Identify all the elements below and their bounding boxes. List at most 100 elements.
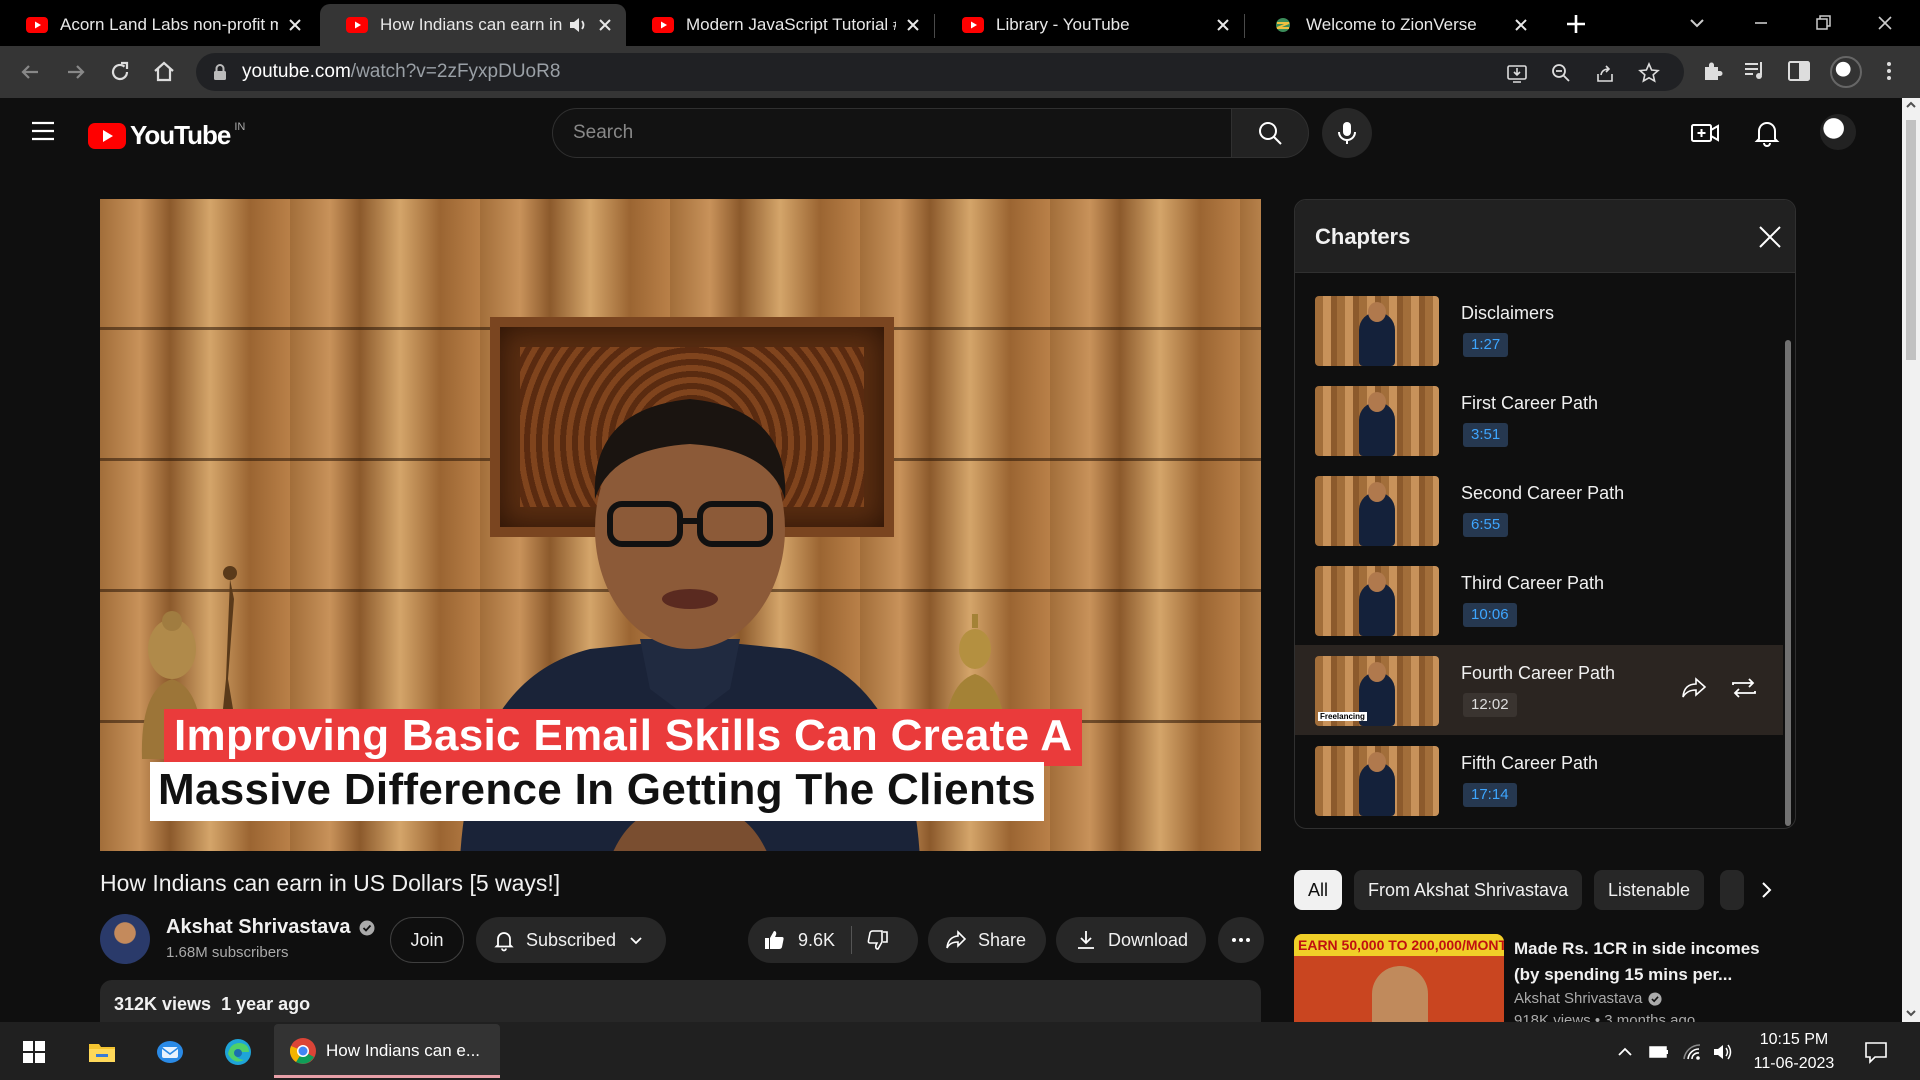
chapters-scrollbar[interactable] [1785,340,1791,826]
zoom-icon[interactable] [1550,62,1572,84]
speaker-icon[interactable] [568,16,588,34]
chapter-item-disclaimers[interactable]: Disclaimers 1:27 [1295,285,1783,375]
chapters-header: Chapters [1295,200,1795,273]
tab-modern-javascript[interactable]: Modern JavaScript Tutorial #7 [626,4,934,46]
close-window-icon[interactable] [1870,8,1900,38]
tab-acorn-land-labs[interactable]: Acorn Land Labs non-profit m [0,4,316,46]
back-arrow-icon[interactable] [16,58,44,86]
chip-from-akshat-shrivastava[interactable]: From Akshat Shrivastava [1354,870,1583,910]
chapter-timestamp[interactable]: 3:51 [1463,423,1509,447]
join-button[interactable]: Join [390,917,464,963]
description-box[interactable]: 312K views 1 year ago [100,980,1261,1022]
chapter-timestamp[interactable]: 12:02 [1463,693,1517,717]
tab-zionverse[interactable]: Welcome to ZionVerse [1246,4,1542,46]
edge-browser-icon[interactable] [222,1036,254,1068]
youtube-favicon-icon [26,17,48,33]
volume-icon[interactable] [1712,1042,1734,1062]
join-label: Join [410,929,444,950]
tab-close-icon[interactable] [594,14,616,36]
like-count[interactable]: 9.6K [798,930,835,951]
chapter-item-fourth-career-path[interactable]: Freelancing Fourth Career Path 12:02 [1295,645,1783,735]
youtube-logo[interactable]: YouTube IN [88,120,245,151]
chip-all[interactable]: All [1294,870,1343,910]
upload-age: 1 year ago [221,994,311,1014]
voice-search-button[interactable] [1322,108,1372,158]
download-button[interactable]: Download [1056,917,1206,963]
browser-menu-icon[interactable] [1876,58,1902,84]
channel-avatar[interactable] [100,914,150,964]
bookmark-star-icon[interactable] [1638,62,1660,84]
outlook-mail-icon[interactable] [154,1036,186,1068]
browser-profile-avatar[interactable] [1830,56,1862,88]
create-video-icon[interactable] [1690,118,1720,148]
more-horizontal-icon [1232,938,1250,942]
install-app-icon[interactable] [1506,62,1528,84]
account-avatar[interactable] [1820,114,1856,150]
related-video-channel[interactable]: Akshat Shrivastava [1514,990,1662,1007]
related-video-thumbnail[interactable]: EARN 50,000 TO 200,000/MONTH! [1294,934,1504,1022]
tab-close-icon[interactable] [902,14,924,36]
chapter-item-fifth-career-path[interactable]: Fifth Career Path 17:14 [1295,735,1783,825]
close-icon[interactable] [1757,224,1783,250]
windows-start-icon[interactable] [18,1036,50,1068]
forward-arrow-icon[interactable] [62,58,90,86]
dislike-thumbs-down-icon[interactable] [866,928,890,952]
notifications-bell-icon[interactable] [1752,118,1782,148]
tab-library-youtube[interactable]: Library - YouTube [936,4,1244,46]
address-bar[interactable]: youtube.com/watch?v=2zFyxpDUoR8 [196,53,1684,91]
page-scrollbar[interactable] [1902,98,1920,1022]
hamburger-menu-icon[interactable] [30,118,56,144]
home-icon[interactable] [150,58,178,86]
search-button[interactable] [1231,108,1309,158]
minimize-icon[interactable] [1746,8,1776,38]
chapter-item-first-career-path[interactable]: First Career Path 3:51 [1295,375,1783,465]
scrollbar-thumb[interactable] [1906,120,1916,360]
share-button[interactable]: Share [928,917,1046,963]
tab-close-icon[interactable] [1510,14,1532,36]
tray-chevron-up-icon[interactable] [1614,1042,1636,1062]
chevron-right-icon[interactable] [1752,876,1780,904]
scroll-up-arrow-icon[interactable] [1902,98,1920,112]
share-page-icon[interactable] [1594,62,1616,84]
chapter-thumbnail: Freelancing [1315,656,1439,726]
chapter-item-second-career-path[interactable]: Second Career Path 6:55 [1295,465,1783,555]
chapter-timestamp[interactable]: 1:27 [1463,333,1509,357]
chip-partial[interactable] [1720,870,1744,910]
loop-chapter-icon[interactable] [1729,673,1759,703]
extensions-puzzle-icon[interactable] [1700,58,1726,84]
file-explorer-icon[interactable] [86,1036,118,1068]
scroll-down-arrow-icon[interactable] [1902,1006,1920,1020]
battery-icon[interactable] [1648,1042,1670,1062]
chapter-title: First Career Path [1461,393,1599,413]
wifi-icon[interactable] [1682,1042,1704,1062]
taskbar-clock[interactable]: 10:15 PM 11-06-2023 [1746,1028,1842,1076]
tab-search-chevron-icon[interactable] [1682,8,1712,38]
chapter-item-partial[interactable] [1295,273,1783,277]
new-tab-plus-icon[interactable] [1562,10,1590,38]
chapter-timestamp[interactable]: 6:55 [1463,513,1509,537]
related-video-title[interactable]: Made Rs. 1CR in side incomes (by spendin… [1514,936,1784,988]
video-player[interactable]: Improving Basic Email Skills Can Create … [100,199,1261,851]
tab-how-indians-can-earn[interactable]: How Indians can earn in U [320,4,626,46]
search-input[interactable]: Search [552,108,1232,158]
like-thumbs-up-icon[interactable] [762,928,786,952]
share-chapter-icon[interactable] [1679,673,1709,703]
chapter-item-third-career-path[interactable]: Third Career Path 10:06 [1295,555,1783,645]
url-text: youtube.com/watch?v=2zFyxpDUoR8 [242,61,560,83]
more-actions-button[interactable] [1218,917,1264,963]
subscribed-button[interactable]: Subscribed [476,917,666,963]
lock-icon[interactable] [212,63,228,81]
media-controls-icon[interactable] [1742,58,1768,84]
taskbar-chrome-app[interactable]: How Indians can e... [274,1024,500,1078]
chapter-timestamp[interactable]: 10:06 [1463,603,1517,627]
taskbar-app-label: How Indians can e... [326,1041,481,1060]
side-panel-icon[interactable] [1786,58,1812,84]
tab-close-icon[interactable] [284,14,306,36]
chapter-timestamp[interactable]: 17:14 [1463,783,1517,807]
channel-name[interactable]: Akshat Shrivastava [166,916,375,939]
tab-close-icon[interactable] [1212,14,1234,36]
restore-icon[interactable] [1808,8,1838,38]
notification-center-icon[interactable] [1860,1036,1892,1068]
reload-icon[interactable] [106,58,134,86]
chip-listenable[interactable]: Listenable [1594,870,1705,910]
